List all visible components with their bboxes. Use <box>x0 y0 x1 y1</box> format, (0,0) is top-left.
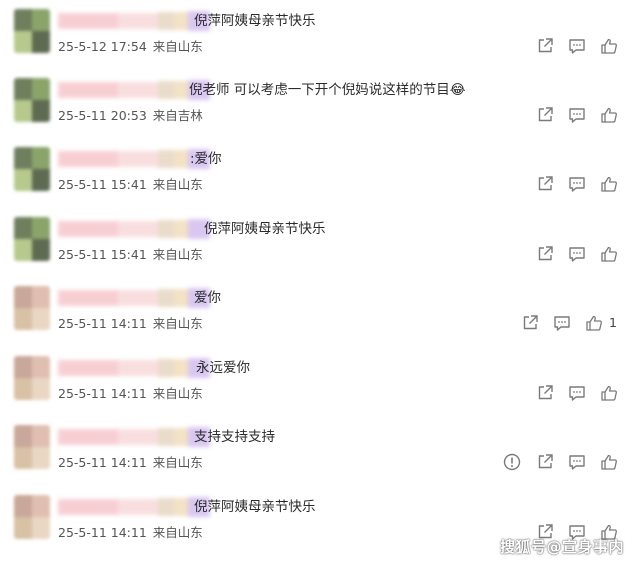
share-icon[interactable] <box>535 383 555 403</box>
username-blurred[interactable] <box>58 427 210 447</box>
comment-icon[interactable] <box>567 244 587 264</box>
share-icon[interactable] <box>535 244 555 264</box>
comment-meta: 25-5-11 15:41 来自山东 <box>58 176 203 194</box>
username-blurred[interactable] <box>58 497 210 517</box>
comment-location: 来自山东 <box>152 386 203 401</box>
comment-text: 爱你 <box>194 290 221 306</box>
thumbs-up-icon[interactable] <box>599 244 619 264</box>
comment-text: 支持支持支持 <box>194 429 275 445</box>
comment-date: 25-5-12 17:54 <box>58 39 147 54</box>
avatar[interactable] <box>14 356 50 400</box>
comment-item: 倪萍阿姨母亲节快乐 25-5-11 15:41 来自山东 <box>0 213 638 283</box>
username-blurred[interactable] <box>58 80 210 100</box>
username-blurred[interactable] <box>58 288 210 308</box>
avatar[interactable] <box>14 217 50 261</box>
comment-meta: 25-5-11 14:11 来自山东 <box>58 315 203 333</box>
comment-text: 倪萍阿姨母亲节快乐 <box>194 13 316 29</box>
thumbs-up-icon[interactable] <box>599 452 619 472</box>
comment-item: 倪萍阿姨母亲节快乐 25-5-12 17:54 来自山东 <box>0 5 638 75</box>
comment-date: 25-5-11 15:41 <box>58 247 147 262</box>
comment-text: 倪萍阿姨母亲节快乐 <box>204 221 326 237</box>
comment-meta: 25-5-11 20:53 来自吉林 <box>58 107 203 125</box>
comment-icon[interactable] <box>552 313 572 333</box>
avatar[interactable] <box>14 286 50 330</box>
comment-location: 来自山东 <box>152 455 203 470</box>
share-icon[interactable] <box>520 313 540 333</box>
comment-item: 支持支持支持 25-5-11 14:11 来自山东 <box>0 421 638 491</box>
username-blurred[interactable] <box>58 149 210 169</box>
comment-icon[interactable] <box>567 383 587 403</box>
comment-meta: 25-5-11 14:11 来自山东 <box>58 454 203 472</box>
comment-date: 25-5-11 14:11 <box>58 525 147 540</box>
comment-date: 25-5-11 14:11 <box>58 455 147 470</box>
share-icon[interactable] <box>535 36 555 56</box>
avatar[interactable] <box>14 78 50 122</box>
comment-date: 25-5-11 14:11 <box>58 386 147 401</box>
comment-meta: 25-5-11 15:41 来自山东 <box>58 246 203 264</box>
watermark: 搜狐号@宣身事内 <box>500 538 625 556</box>
comment-text: 倪老师 可以考虑一下开个倪妈说这样的节目😂 <box>189 82 466 98</box>
comment-location: 来自山东 <box>152 247 203 262</box>
comment-feed: 倪萍阿姨母亲节快乐 25-5-12 17:54 来自山东 倪老师 可以考虑一下开个倪妈… <box>0 0 638 564</box>
comment-location: 来自吉林 <box>152 108 203 123</box>
comment-location: 来自山东 <box>152 39 203 54</box>
avatar[interactable] <box>14 425 50 469</box>
avatar[interactable] <box>14 9 50 53</box>
thumbs-up-icon[interactable] <box>599 383 619 403</box>
comment-icon[interactable] <box>567 174 587 194</box>
comment-date: 25-5-11 14:11 <box>58 316 147 331</box>
username-blurred[interactable] <box>58 219 210 239</box>
comment-meta: 25-5-11 14:11 来自山东 <box>58 524 203 542</box>
comment-meta: 25-5-11 14:11 来自山东 <box>58 385 203 403</box>
comment-item: 爱你 25-5-11 14:11 来自山东 1 <box>0 282 638 352</box>
comment-icon[interactable] <box>567 452 587 472</box>
comment-icon[interactable] <box>567 36 587 56</box>
comment-item: 倪老师 可以考虑一下开个倪妈说这样的节目😂 25-5-11 20:53 来自吉林 <box>0 74 638 144</box>
share-icon[interactable] <box>535 452 555 472</box>
thumbs-up-icon[interactable] <box>599 105 619 125</box>
comment-text: 永远爱你 <box>196 360 250 376</box>
comment-text: 倪萍阿姨母亲节快乐 <box>194 499 316 515</box>
username-blurred[interactable] <box>58 11 210 31</box>
share-icon[interactable] <box>535 174 555 194</box>
comment-meta: 25-5-12 17:54 来自山东 <box>58 38 203 56</box>
comment-icon[interactable] <box>567 105 587 125</box>
thumbs-up-icon[interactable] <box>599 174 619 194</box>
avatar[interactable] <box>14 495 50 539</box>
comment-date: 25-5-11 20:53 <box>58 108 147 123</box>
comment-item: :爱你 25-5-11 15:41 来自山东 <box>0 143 638 213</box>
comment-item: 永远爱你 25-5-11 14:11 来自山东 <box>0 352 638 422</box>
username-blurred[interactable] <box>58 358 210 378</box>
comment-location: 来自山东 <box>152 177 203 192</box>
comment-location: 来自山东 <box>152 316 203 331</box>
comment-date: 25-5-11 15:41 <box>58 177 147 192</box>
like-count: 1 <box>609 315 617 330</box>
share-icon[interactable] <box>535 105 555 125</box>
avatar[interactable] <box>14 147 50 191</box>
report-icon[interactable] <box>502 452 522 472</box>
thumbs-up-icon[interactable] <box>584 313 604 333</box>
comment-location: 来自山东 <box>152 525 203 540</box>
comment-text: :爱你 <box>190 151 222 167</box>
thumbs-up-icon[interactable] <box>599 36 619 56</box>
